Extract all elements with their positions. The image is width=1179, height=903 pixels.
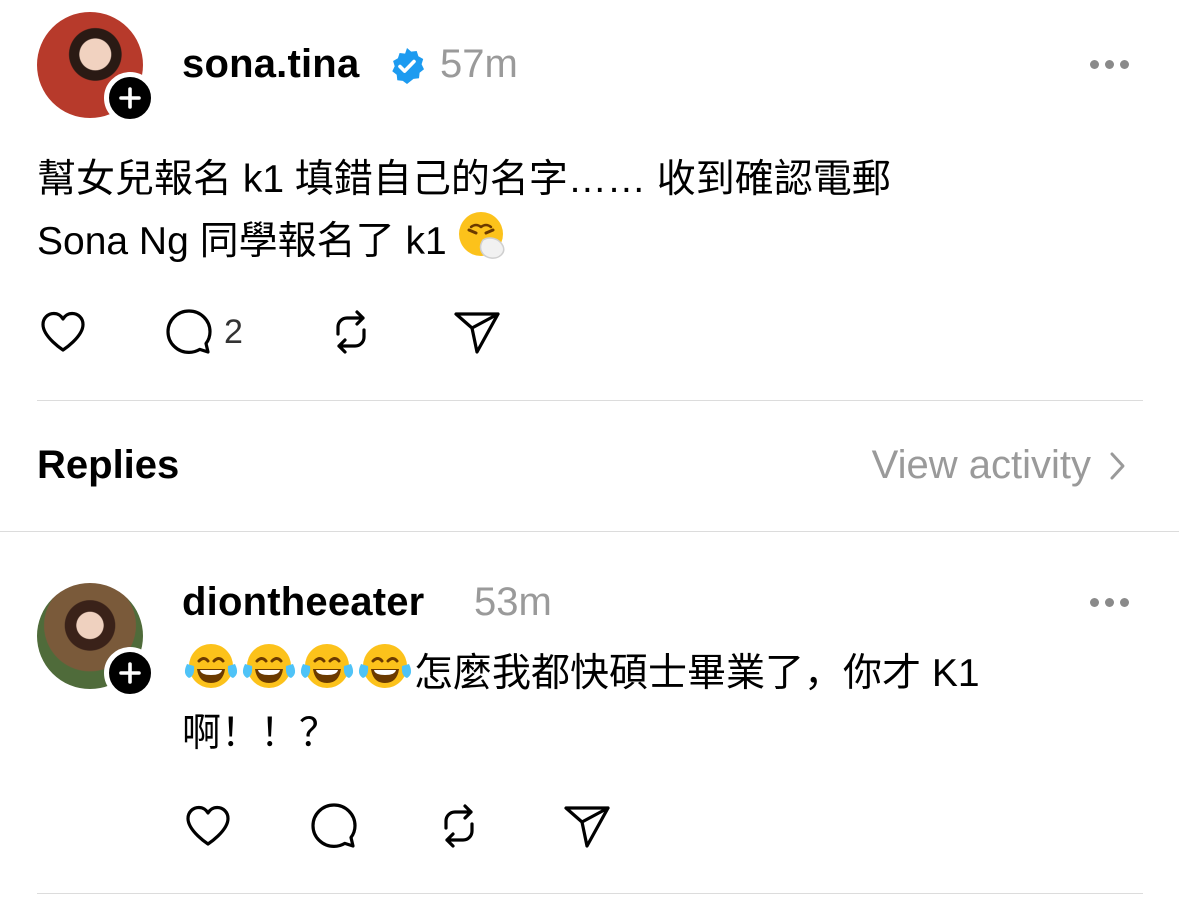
- repost-button[interactable]: [324, 306, 378, 358]
- send-icon: [454, 312, 500, 354]
- tears-of-joy-icon: [184, 644, 238, 688]
- post-text: 幫女兒報名 k1 填錯自己的名字…… 收到確認電郵 Sona Ng 同學報名了 …: [37, 150, 1147, 272]
- reply-repost-button[interactable]: [432, 800, 486, 852]
- post-text-line-2: Sona Ng 同學報名了 k1: [37, 220, 447, 263]
- follow-plus-icon[interactable]: [104, 72, 156, 124]
- heart-icon: [186, 805, 230, 846]
- verified-badge-icon: [392, 48, 424, 84]
- replies-heading: Replies: [37, 443, 180, 487]
- comment-button[interactable]: 2: [162, 306, 243, 358]
- view-activity-link[interactable]: View activity: [872, 443, 1127, 488]
- reply-share-button[interactable]: [560, 800, 612, 852]
- heart-icon: [41, 311, 85, 352]
- post-username[interactable]: sona.tina: [182, 42, 359, 87]
- reply-text: 怎麼我都快碩士畢業了，你才 K1 啊！！？: [182, 642, 1142, 764]
- post-text-line-1: 幫女兒報名 k1 填錯自己的名字…… 收到確認電郵: [37, 158, 891, 201]
- divider: [37, 400, 1143, 401]
- send-icon: [564, 806, 610, 848]
- sneezing-face-icon: [459, 212, 505, 259]
- reply-comment-button[interactable]: [307, 800, 361, 852]
- divider: [0, 531, 1179, 532]
- reply-like-button[interactable]: [182, 800, 234, 852]
- reply-text-line-1: 怎麼我都快碩士畢業了，你才 K1: [414, 652, 980, 695]
- more-options-icon[interactable]: [1090, 598, 1129, 607]
- like-button[interactable]: [37, 306, 89, 358]
- tears-of-joy-icon: [242, 644, 296, 688]
- comment-icon: [311, 803, 357, 848]
- more-options-icon[interactable]: [1090, 60, 1129, 69]
- repost-icon: [336, 310, 366, 354]
- thread-view: sona.tina 57m 幫女兒報名 k1 填錯自己的名字…… 收到確認電郵 …: [0, 0, 1179, 903]
- follow-plus-icon[interactable]: [104, 647, 156, 699]
- chevron-right-icon: [1110, 452, 1125, 479]
- share-button[interactable]: [450, 306, 502, 358]
- reply-count: 2: [224, 312, 243, 351]
- tears-of-joy-icon: [358, 644, 412, 688]
- reply-username[interactable]: diontheeater: [182, 580, 424, 625]
- comment-icon: [166, 309, 212, 354]
- repost-icon: [444, 804, 474, 848]
- view-activity-label: View activity: [871, 443, 1091, 487]
- reply-time: 53m: [474, 580, 552, 624]
- tears-of-joy-icon: [300, 644, 354, 688]
- divider: [37, 893, 1143, 894]
- post-time: 57m: [440, 42, 518, 86]
- reply-text-line-2: 啊！！？: [182, 712, 339, 755]
